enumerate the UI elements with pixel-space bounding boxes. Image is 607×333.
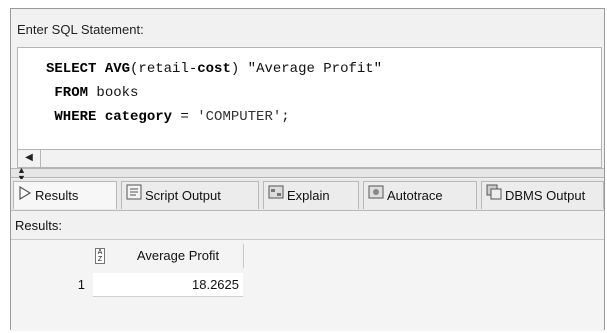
tab-results[interactable]: Results: [13, 181, 117, 209]
results-label: Results:: [15, 218, 62, 233]
table-row[interactable]: 1 18.2625: [11, 273, 243, 297]
explain-icon: [268, 183, 284, 209]
sql-worksheet: Enter SQL Statement: SELECT AVG(retail-c…: [10, 8, 605, 331]
results-grid: AZ Average Profit 1 18.2625: [11, 239, 604, 331]
row-number: 1: [77, 277, 85, 292]
pane-splitter[interactable]: ▲ ▼: [11, 166, 604, 183]
play-icon: [18, 183, 32, 209]
tab-script-output[interactable]: Script Output: [121, 181, 259, 209]
tab-label: DBMS Output: [505, 187, 586, 203]
editor-label: Enter SQL Statement:: [17, 22, 144, 37]
tab-label: Script Output: [145, 187, 221, 203]
sql-line-1: SELECT AVG(retail-cost) "Average Profit": [46, 61, 383, 77]
sql-line-3: WHERE category = 'COMPUTER';: [54, 109, 290, 125]
sql-line-2: FROM books: [54, 85, 139, 101]
scroll-left-icon[interactable]: ◀: [22, 152, 36, 164]
sql-code[interactable]: SELECT AVG(retail-cost) "Average Profit"…: [46, 57, 382, 129]
tab-label: Explain: [287, 187, 330, 203]
column-header-average-profit[interactable]: Average Profit: [113, 244, 244, 268]
sort-az-icon[interactable]: AZ: [95, 248, 105, 264]
scrollbar-divider: [40, 150, 41, 168]
output-tabs: Results Script Output Explain Autotrace …: [11, 179, 604, 211]
tab-dbms-output[interactable]: DBMS Output: [481, 181, 604, 209]
tab-label: Results: [35, 187, 79, 203]
sql-editor[interactable]: SELECT AVG(retail-cost) "Average Profit"…: [17, 47, 602, 150]
cell-average-profit[interactable]: 18.2625: [93, 273, 243, 297]
tab-autotrace[interactable]: Autotrace: [363, 181, 477, 209]
tab-label: Autotrace: [387, 187, 443, 203]
editor-horizontal-scrollbar[interactable]: ◀: [17, 150, 602, 168]
tab-explain[interactable]: Explain: [263, 181, 359, 209]
dbms-icon: [486, 183, 502, 209]
script-icon: [126, 183, 142, 209]
autotrace-icon: [368, 183, 384, 209]
